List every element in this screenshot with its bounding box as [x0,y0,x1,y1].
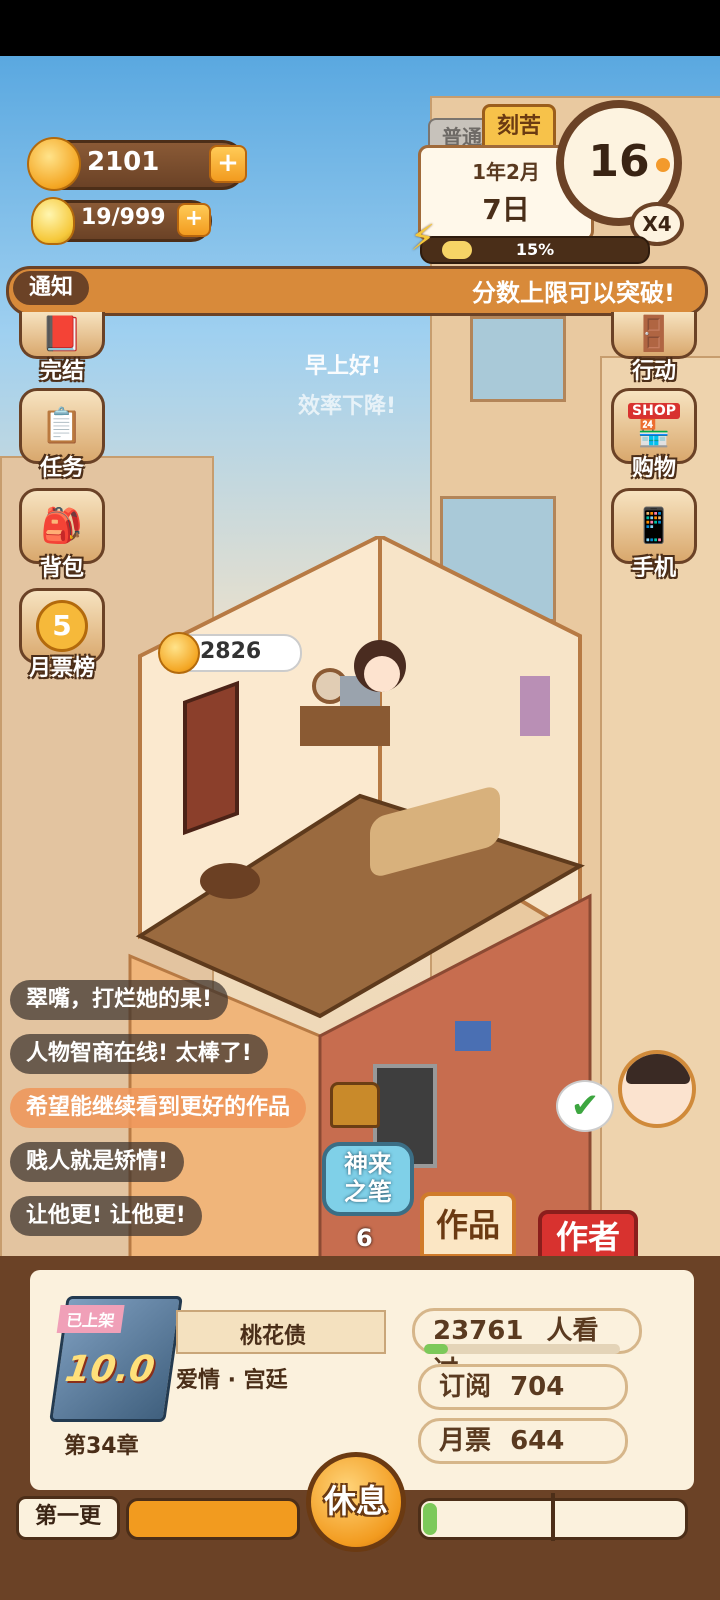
book-genre: 爱情 · 宫廷 [176,1368,288,1393]
lightbulb-icon [31,197,75,245]
tab-author[interactable]: 作者 [538,1210,638,1262]
treasure-chest-icon[interactable] [330,1082,380,1128]
menu-phone-label: 手机 [631,556,676,581]
rest-label: 休息 [323,1482,388,1520]
checkmark-icon: ✔ [556,1080,614,1132]
menu-monthly-ticket-ranking[interactable]: 5 月票榜 [18,588,106,682]
shop-sign: SHOP [628,403,680,419]
energy-progress-bar: 15% [420,236,650,264]
coin-bubble-value: 2826 [200,639,262,664]
notice-bar[interactable]: 通知 分数上限可以突破! [6,266,708,316]
notice-label: 通知 [13,271,89,305]
comment-bubble: 贱人就是矫情! [10,1142,185,1182]
comment-bubble-highlighted: 希望能继续看到更好的作品 [10,1088,307,1128]
energy-counter: 19/999 + [31,197,212,245]
wall-poster [520,676,550,736]
avatar-hair [626,1054,690,1084]
floating-message-1: 早上好! [305,354,382,379]
book-title: 桃花债 [240,1324,307,1349]
ticket-badge: 5 [36,600,88,652]
monthly-tickets-label: 月票 [439,1426,492,1456]
monthly-tickets-stat: 月票 644 [418,1418,628,1464]
menu-backpack-label: 背包 [39,556,84,581]
tab-works[interactable]: 作品 [420,1192,516,1258]
sun-icon [656,158,670,172]
floor-rug [200,863,260,899]
book-chapter: 第34章 [64,1434,139,1459]
background-window [470,316,566,402]
menu-action-label: 行动 [631,359,676,384]
menu-monthly-ticket-label: 月票榜 [28,656,95,681]
lightning-icon: ⚡ [410,218,436,259]
book-cover[interactable]: 已上架 10.0 [49,1296,183,1422]
room-door [183,680,239,836]
comment-bubble: 人物智商在线! 太棒了! [10,1034,268,1074]
door-icon: 🚪 [611,312,697,359]
comment-bubble: 让他更! 让他更! [10,1196,202,1236]
menu-tasks-label: 任务 [39,456,84,481]
readers-progress-bar [424,1344,620,1354]
energy-progress-label: 15% [515,240,555,259]
add-coins-button[interactable]: + [209,145,247,183]
floating-message-2: 效率下降! [298,394,397,419]
skill-count: 6 [356,1224,373,1252]
menu-action[interactable]: 🚪 行动 [610,312,698,385]
desk [300,706,390,746]
work-info-panel: 已上架 10.0 第34章 桃花债 爱情 · 宫廷 23761 人看过 订阅 7… [0,1256,720,1600]
coins-counter: 2101 + [27,137,247,191]
menu-phone[interactable]: 📱 手机 [610,488,698,582]
quality-progress-fill [423,1503,437,1535]
book-status-ribbon: 已上架 [56,1305,125,1333]
coin-bubble[interactable]: 2826 [158,632,302,674]
book-title-banner: 桃花债 [176,1310,386,1354]
writing-progress-bar [126,1498,300,1540]
avatar[interactable] [618,1050,696,1128]
monthly-tickets-value: 644 [510,1426,565,1456]
add-energy-button[interactable]: + [177,203,211,237]
subscriptions-label: 订阅 [439,1372,492,1402]
skill-label: 神来之笔 [344,1150,392,1206]
coin-icon [27,137,81,191]
menu-shop-label: 购物 [631,456,676,481]
menu-tasks[interactable]: 📋 任务 [18,388,106,482]
quality-progress-bar [418,1493,688,1541]
subscriptions-stat: 订阅 704 [418,1364,628,1410]
update-label: 第一更 [16,1496,120,1540]
comment-bubble: 翠嘴，打烂她的果! [10,980,229,1020]
rest-button[interactable]: 休息 [306,1452,406,1552]
status-bar [0,0,720,56]
building-poster-blue [455,1021,491,1051]
skill-inspiration-button[interactable]: 神来之笔 [322,1142,414,1216]
subscriptions-value: 704 [510,1372,565,1402]
shop-awning-icon: 🏪 [637,419,671,449]
book-score: 10.0 [62,1349,158,1390]
notice-text: 分数上限可以突破! [472,279,675,307]
coins-value: 2101 [87,147,160,177]
readers-progress-fill [424,1344,448,1354]
girl-character-face [364,656,400,692]
readers-value: 23761 [433,1316,524,1346]
energy-value: 19/999 [81,205,166,230]
menu-finished-label: 完结 [39,359,84,384]
menu-backpack[interactable]: 🎒 背包 [18,488,106,582]
book-icon: 📕 [19,312,105,359]
menu-shop[interactable]: SHOP 🏪 购物 [610,388,698,482]
quality-progress-marker [551,1493,555,1541]
menu-finished[interactable]: 📕 完结 [18,312,106,385]
coin-icon [158,632,200,674]
